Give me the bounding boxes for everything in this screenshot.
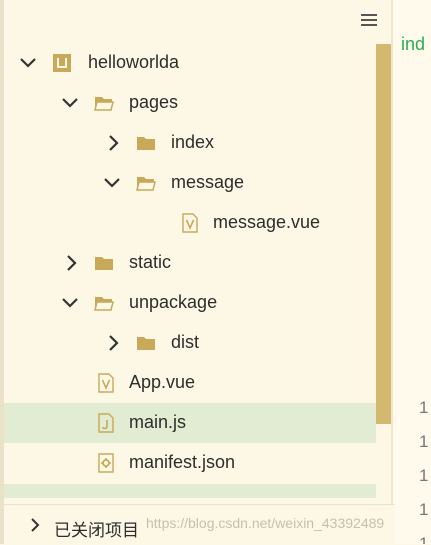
chevron-right-icon[interactable] xyxy=(28,518,42,532)
json-file-icon xyxy=(96,453,116,473)
chevron-right-icon[interactable] xyxy=(106,135,122,151)
project-icon xyxy=(52,53,72,73)
line-number: 1 xyxy=(419,534,429,544)
tree-item-label: unpackage xyxy=(129,292,218,312)
tree-item-app-vue[interactable]: App.vue xyxy=(4,363,376,403)
tree-item-label: dist xyxy=(171,332,200,352)
code-editor[interactable]: ind 1 1 1 1 1 xyxy=(393,0,431,544)
tree-item-label: manifest.json xyxy=(129,452,236,472)
tree-item-manifest-json[interactable]: manifest.json xyxy=(4,443,376,483)
chevron-down-icon[interactable] xyxy=(104,175,120,191)
line-number: 1 xyxy=(419,500,429,519)
folder-open-icon xyxy=(94,293,114,313)
js-file-icon xyxy=(96,413,116,433)
tree-item-unpackage[interactable]: unpackage xyxy=(4,283,376,323)
menu-icon[interactable] xyxy=(361,14,377,26)
tree-item-label: static xyxy=(129,252,172,272)
line-number: 1 xyxy=(419,466,429,485)
folder-icon xyxy=(94,253,114,273)
vue-file-icon xyxy=(180,213,200,233)
tree-item-label: pages xyxy=(129,92,179,112)
tree-item-index[interactable]: index xyxy=(4,123,376,163)
tree-item-partial xyxy=(4,484,376,498)
vue-file-icon xyxy=(96,373,116,393)
tree-item-main-js[interactable]: main.js xyxy=(4,403,376,443)
folder-open-icon xyxy=(136,173,156,193)
folder-open-icon xyxy=(94,93,114,113)
line-number: 1 xyxy=(419,432,429,451)
tree-item-pages[interactable]: pages xyxy=(4,83,376,123)
tree-item-helloworlda[interactable]: helloworlda xyxy=(4,43,376,83)
chevron-down-icon[interactable] xyxy=(62,295,78,311)
tree-item-label: message xyxy=(171,172,245,192)
editor-tab-text: ind xyxy=(401,34,426,54)
tree-item-label: main.js xyxy=(129,412,187,432)
tree-scrollbar-thumb[interactable] xyxy=(376,44,391,424)
folder-icon xyxy=(136,133,156,153)
line-number: 1 xyxy=(419,398,429,417)
chevron-right-icon[interactable] xyxy=(64,255,80,271)
tree-item-message-vue[interactable]: message.vue xyxy=(4,203,376,243)
watermark: https://blog.csdn.net/weixin_43392489 xyxy=(146,515,385,531)
tree-item-message[interactable]: message xyxy=(4,163,376,203)
tree-item-label: helloworlda xyxy=(88,52,180,72)
tree-item-label: App.vue xyxy=(129,372,196,392)
tree-item-label: index xyxy=(171,132,215,152)
chevron-right-icon[interactable] xyxy=(106,335,122,351)
tree-item-dist[interactable]: dist xyxy=(4,323,376,363)
tree-item-label: message.vue xyxy=(213,212,321,232)
chevron-down-icon[interactable] xyxy=(20,55,36,71)
folder-icon xyxy=(136,333,156,353)
closed-projects-label: 已关闭项目 xyxy=(54,521,139,540)
chevron-down-icon[interactable] xyxy=(62,95,78,111)
tree-item-static[interactable]: static xyxy=(4,243,376,283)
